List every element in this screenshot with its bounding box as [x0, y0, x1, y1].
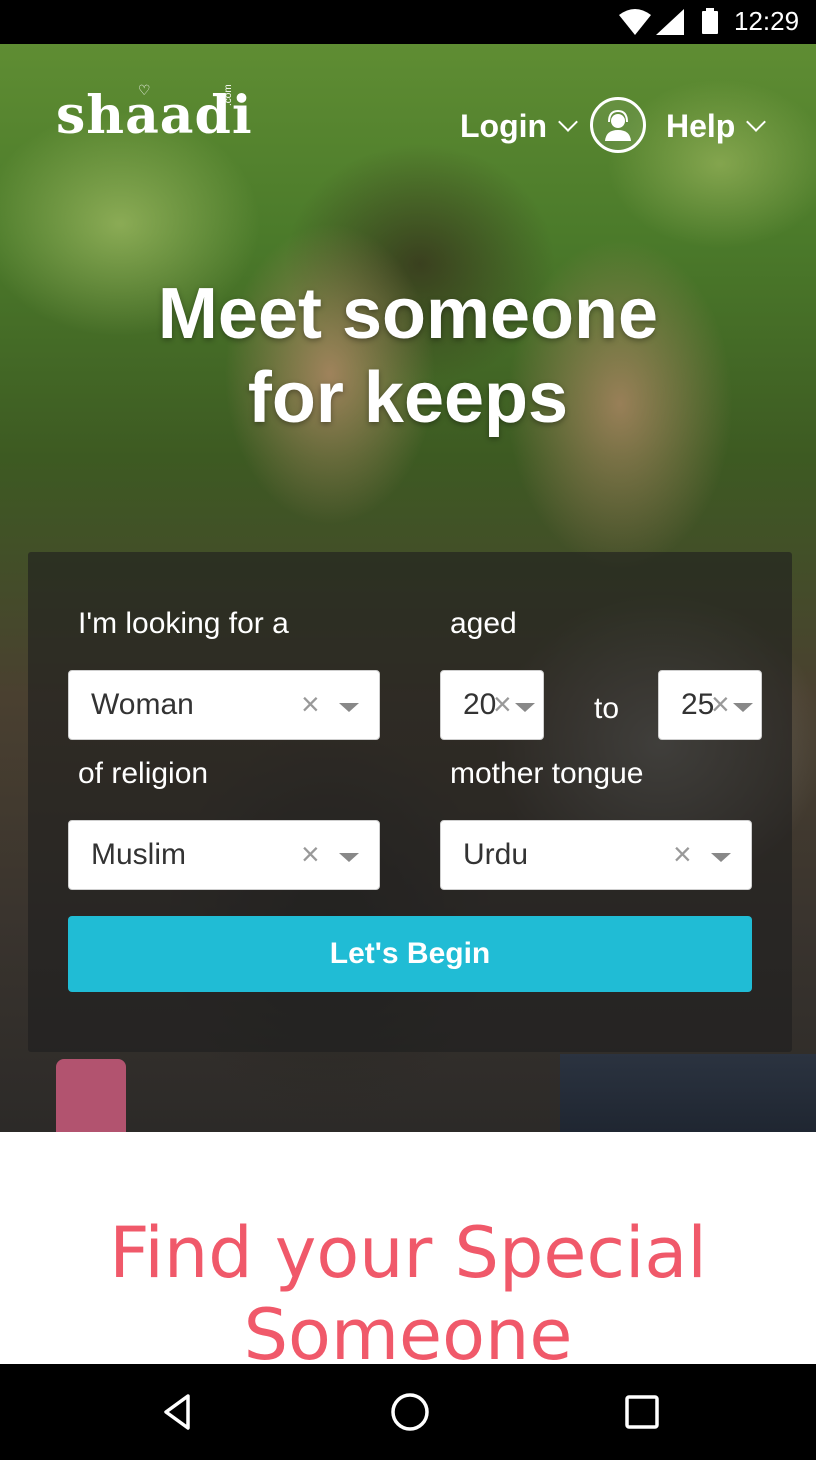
back-button[interactable] [118, 1364, 238, 1460]
religion-select[interactable]: Muslim × [68, 820, 380, 890]
caret-down-icon [339, 703, 359, 712]
hero-photo-detail [56, 1059, 126, 1132]
caret-down-icon [733, 703, 753, 712]
signal-icon [656, 9, 684, 35]
religion-label: of religion [78, 757, 209, 790]
headline-line: Meet someone [157, 274, 659, 354]
wifi-icon [619, 9, 651, 35]
help-menu[interactable]: Help [666, 106, 767, 146]
aged-label: aged [450, 607, 517, 640]
clear-icon[interactable]: × [673, 835, 692, 873]
hero-photo-detail [560, 1054, 816, 1132]
clear-icon[interactable]: × [301, 685, 320, 723]
caret-down-icon [515, 703, 535, 712]
section-title-line: Find your Special [109, 1212, 707, 1294]
back-icon [164, 1394, 190, 1430]
heart-icon: ♡ [138, 82, 151, 98]
mother-tongue-select[interactable]: Urdu × [440, 820, 752, 890]
looking-for-label: I'm looking for a [78, 607, 289, 640]
clear-icon[interactable]: × [493, 685, 512, 723]
clock: 12:29 [734, 6, 800, 36]
headset-icon [605, 109, 631, 141]
mother-tongue-value: Urdu [463, 838, 529, 871]
mother-tongue-label: mother tongue [450, 757, 644, 790]
logo-suffix: .com [223, 84, 234, 106]
age-to-value: 25 [681, 688, 715, 721]
caret-down-icon [711, 853, 731, 862]
help-label: Help [666, 108, 736, 144]
recents-icon [625, 1395, 659, 1429]
home-button[interactable] [350, 1364, 470, 1460]
support-agent-icon[interactable] [590, 97, 646, 153]
chevron-down-icon [746, 112, 767, 132]
gender-select[interactable]: Woman × [68, 670, 380, 740]
recents-button[interactable] [582, 1364, 702, 1460]
status-bar: 12:29 [0, 0, 816, 44]
system-nav-bar [0, 1364, 816, 1460]
caret-down-icon [339, 853, 359, 862]
hero-headline: Meet someone for keeps [0, 272, 816, 440]
gender-value: Woman [91, 688, 194, 721]
age-to-select[interactable]: 25 × [658, 670, 762, 740]
clear-icon[interactable]: × [301, 835, 320, 873]
section-title: Find your Special Someone [0, 1212, 816, 1376]
age-from-select[interactable]: 20 × [440, 670, 544, 740]
login-menu[interactable]: Login [460, 106, 578, 146]
chevron-down-icon [558, 112, 578, 132]
headline-line: for keeps [247, 358, 569, 438]
home-icon [391, 1393, 429, 1431]
clear-icon[interactable]: × [711, 685, 730, 723]
age-from-value: 20 [463, 688, 497, 721]
lets-begin-button[interactable]: Let's Begin [68, 916, 752, 992]
religion-value: Muslim [91, 838, 186, 871]
battery-icon [702, 8, 718, 34]
age-range-to-label: to [594, 692, 620, 725]
login-label: Login [460, 108, 548, 144]
